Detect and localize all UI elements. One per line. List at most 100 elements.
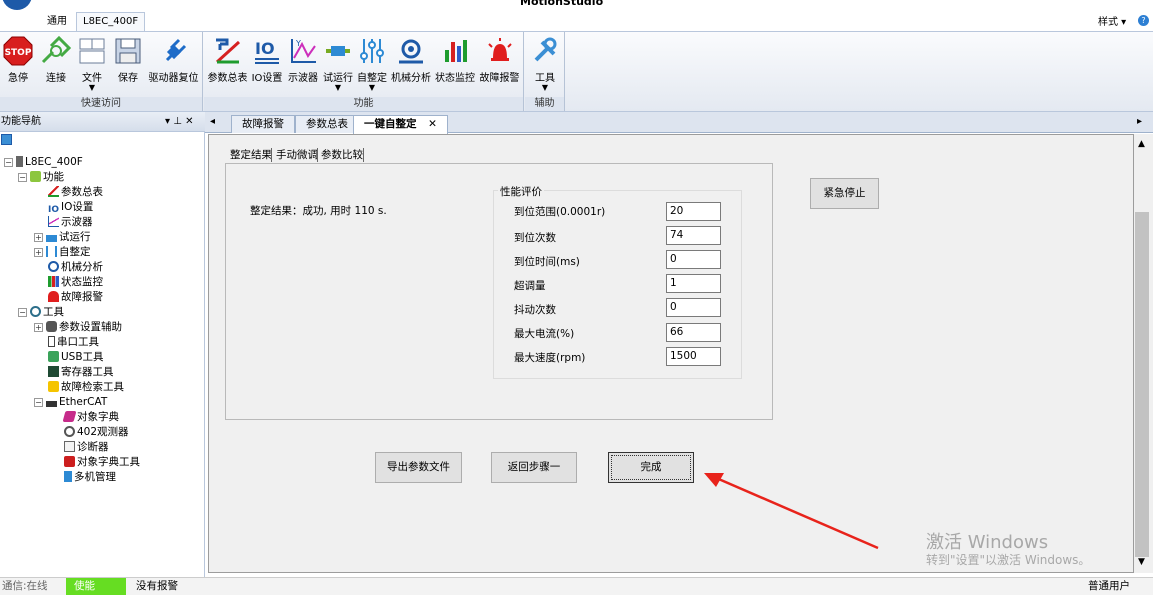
ribbon-tab-bar: 通用 L8EC_400F 样式 ▾ ? (0, 10, 1153, 31)
tree-item-io[interactable]: IO IO设置 (48, 200, 93, 215)
tree-item-dict-tool[interactable]: 对象字典工具 (64, 455, 140, 470)
tree-item-auto-tune[interactable]: + 自整定 (34, 245, 91, 260)
group-title: 快速访问 (0, 97, 202, 111)
svg-text:IO: IO (255, 39, 275, 58)
subtab-divider (317, 148, 318, 162)
tree-item-diagnostics[interactable]: 诊断器 (64, 440, 109, 455)
fault-alarm-button[interactable]: 故障报警 (477, 34, 522, 96)
assist-icon (46, 321, 57, 332)
tab-auto-tune[interactable]: 一键自整定 ✕ (353, 115, 448, 134)
subtab-param-compare[interactable]: 参数比较 (321, 148, 363, 162)
tree-item-serial-tool[interactable]: 串口工具 (48, 335, 99, 350)
drive-reset-button[interactable]: 驱动器复位 (146, 34, 201, 96)
sliders-icon (360, 39, 384, 63)
serial-icon (48, 336, 55, 347)
export-params-button[interactable]: 导出参数文件 (375, 452, 462, 483)
group-quick-access: STOP 急停 连接 文件 ▼ 保存 驱动器复位 快速访问 (0, 32, 203, 111)
estop-button[interactable]: STOP 急停 (2, 34, 34, 96)
scroll-up-icon[interactable]: ▲ (1138, 139, 1145, 149)
tree-item-fault-alarm[interactable]: 故障报警 (48, 290, 103, 305)
close-icon[interactable]: ✕ (428, 118, 437, 130)
chip-icon (48, 366, 59, 377)
tree-item-trial-run[interactable]: + 试运行 (34, 230, 91, 245)
connect-button[interactable]: 连接 (40, 34, 72, 96)
tab-device[interactable]: L8EC_400F (76, 12, 146, 31)
style-menu[interactable]: 样式 ▾ (1098, 13, 1126, 28)
search-icon (48, 381, 59, 392)
oscilloscope-button[interactable]: Y 示波器 (285, 34, 321, 96)
tree-item-param-table[interactable]: 参数总表 (48, 185, 103, 200)
subtab-manual-tune[interactable]: 手动微调 (276, 148, 318, 162)
perf-value-count: 74 (666, 226, 721, 245)
perf-value-overshoot: 1 (666, 274, 721, 293)
tab-scroll-left-icon[interactable]: ◂ (210, 116, 215, 127)
sliders-icon (46, 246, 57, 257)
file-button[interactable]: 文件 ▼ (76, 34, 108, 96)
tree-node-ethercat[interactable]: − EtherCAT (34, 395, 107, 410)
scroll-down-icon[interactable]: ▼ (1138, 557, 1145, 567)
tools-button[interactable]: 工具 ▼ (527, 34, 563, 96)
object-dict-icon (62, 411, 77, 422)
emergency-stop-button[interactable]: 紧急停止 (810, 178, 879, 209)
group-title: 辅助 (525, 97, 564, 111)
performance-title: 性能评价 (498, 184, 544, 199)
nav-toolbar-icon[interactable] (1, 134, 12, 145)
tree-item-param-assist[interactable]: + 参数设置辅助 (34, 320, 122, 335)
tab-scroll-right-icon[interactable]: ▸ (1137, 116, 1142, 127)
perf-value-jitter: 0 (666, 298, 721, 317)
app-logo-icon[interactable] (2, 0, 32, 10)
tree-node-function[interactable]: − 功能 (18, 170, 64, 185)
tree-item-object-dict[interactable]: 对象字典 (62, 410, 119, 425)
tab-param-table[interactable]: 参数总表 (295, 115, 359, 133)
perf-label-count: 到位次数 (514, 232, 556, 244)
group-title: 功能 (204, 97, 523, 111)
alarm-bell-icon (48, 291, 59, 302)
io-icon: IO (255, 39, 279, 64)
back-step1-button[interactable]: 返回步骤一 (491, 452, 577, 483)
tree-item-status-monitor[interactable]: 状态监控 (48, 275, 103, 290)
alarm-status: 没有报警 (136, 580, 178, 592)
nav-title: 功能导航 (1, 116, 41, 127)
mechanical-analysis-button[interactable]: 机械分析 (389, 34, 433, 96)
tree-item-usb-tool[interactable]: USB工具 (48, 350, 104, 365)
perf-value-time: 0 (666, 250, 721, 269)
document-tabs: ◂ 故障报警 参数总表 一键自整定 ✕ ▸ (205, 112, 1153, 134)
finish-button[interactable]: 完成 (608, 452, 694, 483)
scrollbar-thumb[interactable] (1135, 212, 1149, 557)
save-icon (115, 38, 141, 64)
tree-item-fault-search[interactable]: 故障检索工具 (48, 380, 124, 395)
status-bar: 通信:在线 使能 没有报警 普通用户 (0, 577, 1153, 595)
tree-item-oscilloscope[interactable]: 示波器 (48, 215, 93, 230)
group-function: 参数总表 IO IO设置 Y 示波器 试运行 ▼ 自整定 ▼ 机械分析 状态监控 (204, 32, 524, 111)
subtab-result[interactable]: 整定结果 (230, 148, 272, 162)
tree-item-multi-axis[interactable]: 多机管理 (64, 470, 116, 485)
tree-item-mech-analysis[interactable]: 机械分析 (48, 260, 103, 275)
param-table-icon (48, 186, 59, 197)
subtab-divider (363, 148, 364, 162)
title-bar: MotionStudio (0, 0, 1153, 10)
tree-item-402-observer[interactable]: 402观测器 (64, 425, 129, 440)
perf-label-time: 到位时间(ms) (514, 256, 580, 268)
param-table-button[interactable]: 参数总表 (206, 34, 249, 96)
tree-root[interactable]: − L8EC_400F (4, 155, 83, 170)
usb-icon (48, 351, 59, 362)
tree-item-register-tool[interactable]: 寄存器工具 (48, 365, 114, 380)
trial-run-button[interactable]: 试运行 ▼ (321, 34, 355, 96)
result-text: 整定结果：成功, 用时 110 s. (250, 205, 387, 217)
device-icon (16, 156, 23, 167)
bar-chart-icon (48, 276, 59, 287)
perf-label-current: 最大电流(%) (514, 328, 575, 340)
io-settings-button[interactable]: IO IO设置 (249, 34, 285, 96)
motor-icon (46, 235, 57, 242)
chevron-down-icon: ▼ (88, 83, 96, 92)
auto-tune-button[interactable]: 自整定 ▼ (355, 34, 389, 96)
tab-fault-alarm[interactable]: 故障报警 (231, 115, 295, 133)
status-monitor-button[interactable]: 状态监控 (433, 34, 477, 96)
window-title: MotionStudio (520, 0, 604, 8)
ethercat-icon (46, 401, 57, 407)
help-icon[interactable]: ? (1138, 15, 1149, 26)
tab-general[interactable]: 通用 (40, 12, 74, 31)
tree-node-tools[interactable]: − 工具 (18, 305, 64, 320)
nav-pin-controls[interactable]: ▾ ⊥ ✕ (165, 112, 193, 131)
save-button[interactable]: 保存 (112, 34, 144, 96)
